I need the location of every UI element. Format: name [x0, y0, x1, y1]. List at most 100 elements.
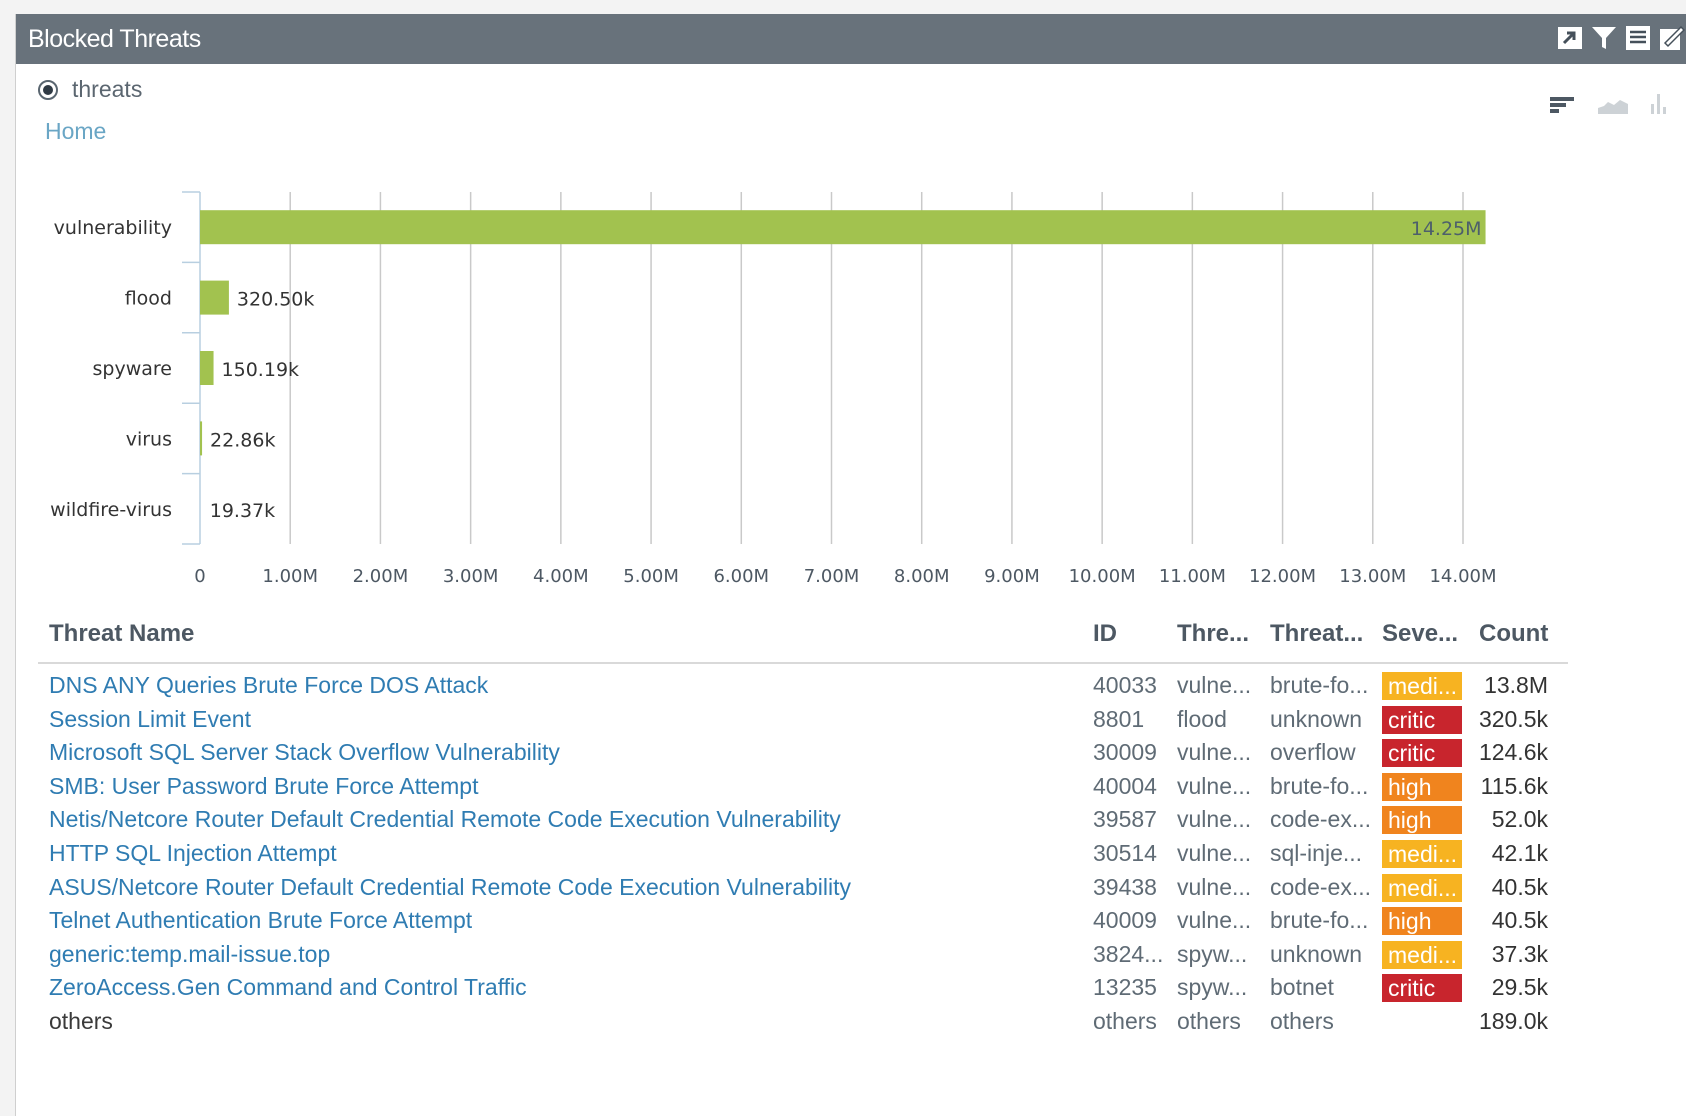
severity-badge: critic	[1382, 705, 1462, 734]
threat-type: spyw...	[1177, 940, 1248, 967]
x-tick-label: 14.00M	[1429, 566, 1496, 587]
threat-count: 40.5k	[1491, 907, 1548, 934]
threat-id: 39438	[1093, 873, 1157, 900]
threat-subtype: brute-fo...	[1270, 907, 1369, 934]
radio-button[interactable]	[38, 79, 58, 100]
severity-badge: medi...	[1382, 840, 1462, 868]
threat-subtype: unknown	[1270, 940, 1363, 967]
threats-radio[interactable]: threats	[38, 76, 142, 103]
bar-value-label: 14.25M	[1411, 218, 1482, 240]
widget-title: Blocked Threats	[28, 25, 201, 53]
threat-subtype: code-ex...	[1270, 873, 1371, 900]
threat-subtype: brute-fo...	[1270, 672, 1369, 698]
x-tick-label: 8.00M	[894, 566, 950, 587]
threat-name-link[interactable]: Telnet Authentication Brute Force Attemp…	[49, 907, 472, 934]
table-row[interactable]: generic:temp.mail-issue.top 3824... spyw..…	[38, 939, 1568, 972]
threat-type: vulne...	[1177, 873, 1252, 900]
table-row[interactable]: Telnet Authentication Brute Force Attemp…	[38, 905, 1568, 938]
threat-id: 40009	[1093, 907, 1157, 934]
threat-type: others	[1177, 1008, 1241, 1034]
table-row[interactable]: ASUS/Netcore Router Default Credential R…	[38, 872, 1568, 905]
threat-count: 52.0k	[1491, 806, 1548, 833]
threat-count: 13.8M	[1484, 672, 1548, 698]
table-row[interactable]: others others others others 189.0k	[38, 1006, 1568, 1039]
threat-name-link[interactable]: Netis/Netcore Router Default Credential …	[49, 806, 841, 833]
popout-icon[interactable]	[1556, 24, 1584, 52]
table-row[interactable]: Netis/Netcore Router Default Credential …	[38, 804, 1568, 837]
severity-badge: medi...	[1382, 940, 1462, 969]
category-label: virus	[126, 428, 172, 450]
threat-id: 30009	[1093, 739, 1157, 766]
x-tick-label: 13.00M	[1339, 566, 1406, 587]
category-label: spyware	[93, 358, 172, 380]
threat-subtype: others	[1270, 1008, 1334, 1034]
area-chart-icon[interactable]	[1598, 96, 1628, 119]
threat-name-link[interactable]: ASUS/Netcore Router Default Credential R…	[49, 874, 851, 901]
x-tick-label: 11.00M	[1159, 566, 1226, 587]
table-row[interactable]: Microsoft SQL Server Stack Overflow Vuln…	[38, 737, 1568, 770]
threat-subtype: overflow	[1270, 739, 1356, 766]
x-tick-label: 3.00M	[443, 566, 499, 587]
col-header-severity[interactable]: Seve...	[1382, 620, 1458, 648]
threat-type: spyw...	[1177, 974, 1248, 1001]
threat-name-link[interactable]: SMB: User Password Brute Force Attempt	[49, 773, 478, 800]
threat-id: 30514	[1093, 840, 1157, 866]
table-icon[interactable]	[1624, 24, 1652, 52]
col-header-threat-name[interactable]: Threat Name	[49, 620, 194, 648]
edit-icon[interactable]	[1658, 24, 1686, 52]
bar	[200, 280, 229, 315]
x-tick-label: 10.00M	[1069, 566, 1136, 587]
threat-count: 189.0k	[1478, 1008, 1548, 1034]
threat-count: 115.6k	[1480, 772, 1548, 799]
threat-type: vulne...	[1177, 739, 1252, 766]
bar-value-label: 22.86k	[210, 429, 275, 451]
threat-id: 40033	[1093, 672, 1157, 698]
horizontal-bar-icon[interactable]	[1550, 96, 1576, 119]
threat-type: vulne...	[1177, 772, 1252, 799]
threat-name-link[interactable]: generic:temp.mail-issue.top	[49, 941, 330, 968]
x-tick-label: 6.00M	[713, 566, 769, 587]
table-row[interactable]: DNS ANY Queries Brute Force DOS Attack 40…	[38, 670, 1568, 703]
blocked-threats-widget: Blocked Threats threats Home vulnerabili…	[15, 14, 1686, 1116]
table-row[interactable]: SMB: User Password Brute Force Attempt 40…	[38, 771, 1568, 804]
threat-id: 39587	[1093, 806, 1157, 833]
table-row[interactable]: Session Limit Event 8801 flood unknown criti…	[38, 704, 1568, 737]
col-header-threat-subtype[interactable]: Threat...	[1270, 620, 1363, 648]
threat-name-link[interactable]: Session Limit Event	[49, 706, 251, 733]
threat-name-link[interactable]: Microsoft SQL Server Stack Overflow Vuln…	[49, 739, 560, 766]
x-tick-label: 2.00M	[353, 566, 409, 587]
threat-bar-chart: vulnerability 14.25M flood 320.50k spyware 15…	[50, 191, 1497, 587]
x-tick-label: 1.00M	[262, 566, 318, 587]
chart-type-switcher	[1550, 92, 1668, 119]
severity-badge: high	[1382, 907, 1462, 936]
category-label: vulnerability	[54, 217, 172, 239]
col-header-id[interactable]: ID	[1093, 620, 1117, 648]
col-header-count[interactable]: Count	[1479, 620, 1548, 648]
threat-name-link: others	[49, 1008, 113, 1034]
filter-icon[interactable]	[1590, 24, 1618, 52]
threat-id: 40004	[1093, 772, 1157, 799]
table-row[interactable]: HTTP SQL Injection Attempt 30514 vulne... s…	[38, 838, 1568, 871]
threat-id: 13235	[1093, 974, 1157, 1001]
col-header-threat-type[interactable]: Thre...	[1177, 620, 1249, 648]
threat-name-link[interactable]: ZeroAccess.Gen Command and Control Traff…	[49, 974, 527, 1001]
severity-badge: high	[1382, 806, 1462, 835]
severity-badge: medi...	[1382, 873, 1462, 902]
threat-type: vulne...	[1177, 672, 1252, 698]
widget-toolbar	[1556, 24, 1686, 52]
threat-name-link[interactable]: HTTP SQL Injection Attempt	[49, 840, 337, 867]
bar	[200, 351, 214, 385]
threat-type: flood	[1177, 705, 1227, 732]
bar-value-label: 150.19k	[222, 359, 299, 381]
threat-id: 8801	[1093, 705, 1145, 732]
severity-badge: high	[1382, 772, 1462, 801]
threat-name-link[interactable]: DNS ANY Queries Brute Force DOS Attack	[49, 672, 488, 699]
table-header: Threat Name ID Thre... Threat... Seve...…	[38, 614, 1568, 664]
table-row[interactable]: ZeroAccess.Gen Command and Control Traff…	[38, 972, 1568, 1005]
column-chart-icon[interactable]	[1650, 92, 1668, 119]
x-tick-label: 7.00M	[804, 566, 860, 587]
threat-subtype: code-ex...	[1270, 806, 1371, 833]
threat-count: 37.3k	[1491, 940, 1548, 967]
bar-value-label: 320.50k	[237, 289, 314, 311]
breadcrumb-home[interactable]: Home	[45, 118, 106, 145]
